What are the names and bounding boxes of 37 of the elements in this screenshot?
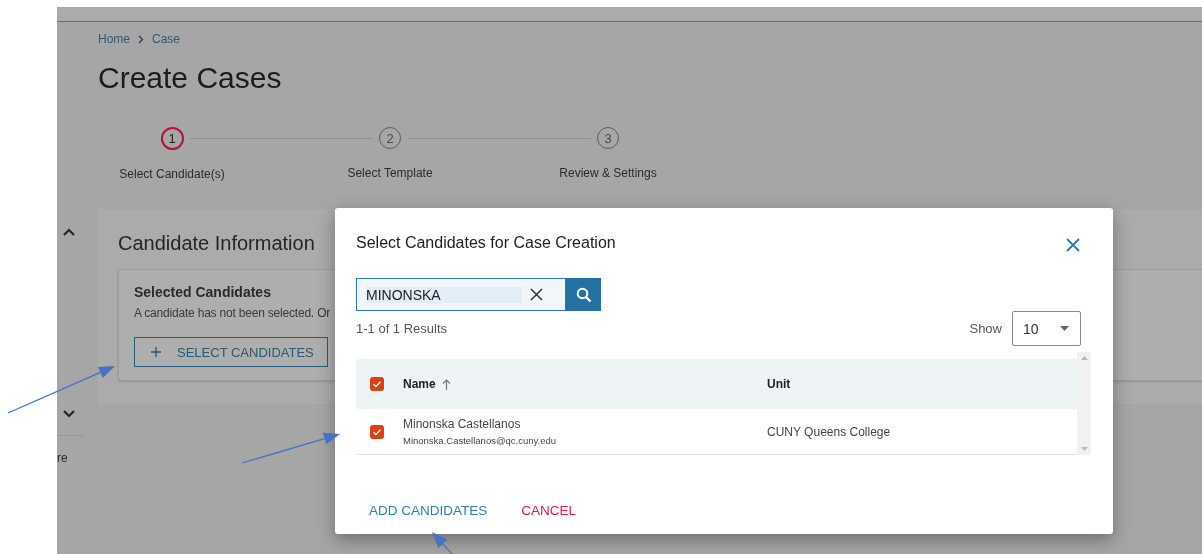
sort-up-icon[interactable]: [441, 378, 451, 390]
step-label: Select Candidate(s): [119, 166, 225, 182]
search-field[interactable]: MINONSKA: [356, 278, 566, 311]
chevron-right-icon: [138, 34, 144, 44]
sidebar-label[interactable]: re: [57, 451, 68, 465]
step-label: Select Template: [347, 165, 433, 181]
plus-icon: [151, 347, 161, 357]
column-header[interactable]: Unit: [767, 377, 791, 391]
page-title: Create Cases: [98, 60, 283, 96]
dropdown-icon: [1060, 326, 1069, 331]
card-title: Selected Candidates: [134, 283, 271, 301]
chevron-up-icon[interactable]: [63, 228, 75, 236]
dialog-title: Select Candidates for Case Creation: [356, 233, 616, 253]
search-icon: [575, 286, 592, 303]
step-number[interactable]: 1: [160, 127, 184, 150]
step-label: Review & Settings: [559, 165, 657, 181]
annotation-arrow: [432, 532, 453, 554]
breadcrumb-link[interactable]: Home: [98, 32, 130, 46]
show-label: Show: [969, 321, 1002, 336]
search-button[interactable]: [566, 278, 601, 311]
checkbox[interactable]: [370, 377, 384, 391]
cancel-button[interactable]: CANCEL: [508, 495, 590, 525]
results-count: 1-1 of 1 Results: [356, 321, 448, 336]
chevron-down-icon[interactable]: [63, 410, 75, 418]
page-size-select[interactable]: 10: [1012, 311, 1081, 346]
checkbox[interactable]: [370, 424, 384, 439]
candidate-email: Minonska.Castellanos@qc.cuny.edu: [403, 435, 558, 446]
close-icon[interactable]: [1066, 238, 1080, 252]
section-heading: Candidate Information: [118, 231, 315, 256]
candidate-name: Minonska Castellanos: [403, 417, 522, 432]
select-candidates-button[interactable]: SELECT CANDIDATES: [134, 337, 328, 367]
column-header[interactable]: Name: [403, 377, 436, 391]
unit-cell-text: CUNY Queens College: [767, 424, 892, 439]
add-button[interactable]: ADD CANDIDATES: [356, 495, 501, 525]
clear-icon[interactable]: [530, 288, 543, 301]
card-message: A candidate has not been selected. Or: [134, 306, 331, 320]
breadcrumb-link[interactable]: Case: [152, 32, 181, 46]
